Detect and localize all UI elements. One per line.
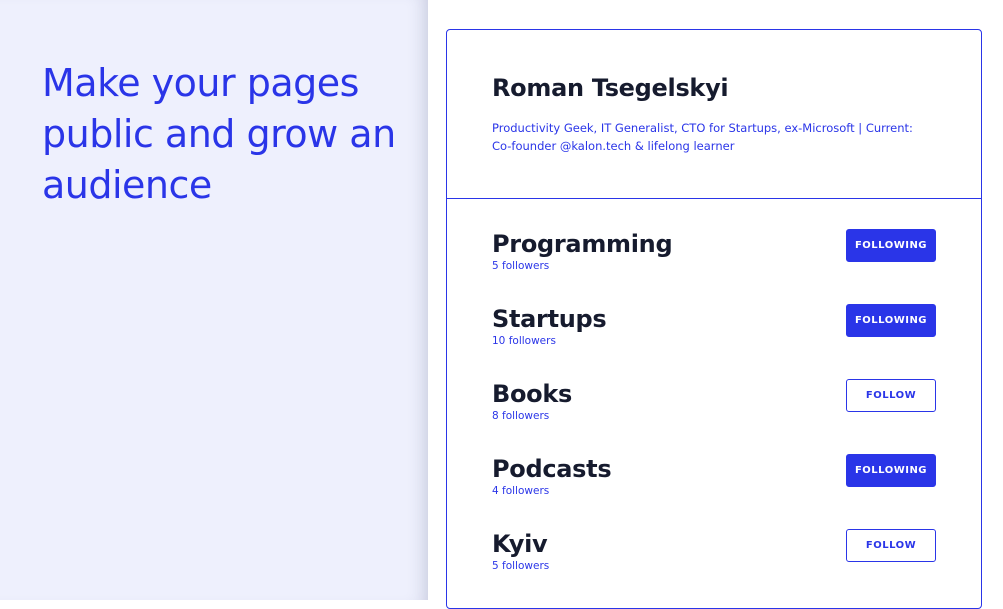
topic-item-startups: Startups 10 followers FOLLOWING [492,304,936,354]
topic-follower-count: 10 followers [492,335,556,347]
topic-title[interactable]: Programming [492,229,673,259]
topic-item-kyiv: Kyiv 5 followers FOLLOW [492,529,936,579]
topic-title[interactable]: Startups [492,304,607,334]
topic-title[interactable]: Kyiv [492,529,548,559]
follow-button[interactable]: FOLLOWING [846,454,936,487]
promo-panel: Make your pages public and grow an audie… [0,0,428,600]
profile-name: Roman Tsegelskyi [492,74,729,102]
topic-title[interactable]: Podcasts [492,454,612,484]
topic-follower-count: 5 followers [492,260,550,272]
topic-follower-count: 4 followers [492,485,550,497]
follow-button[interactable]: FOLLOW [846,379,936,412]
follow-button[interactable]: FOLLOW [846,529,936,562]
topic-item-podcasts: Podcasts 4 followers FOLLOWING [492,454,936,504]
profile-card: Roman Tsegelskyi Productivity Geek, IT G… [446,29,982,609]
follow-button[interactable]: FOLLOWING [846,304,936,337]
promo-headline: Make your pages public and grow an audie… [42,61,396,207]
profile-header: Roman Tsegelskyi Productivity Geek, IT G… [447,30,981,199]
topic-follower-count: 5 followers [492,560,550,572]
topic-item-programming: Programming 5 followers FOLLOWING [492,229,936,279]
follow-button[interactable]: FOLLOWING [846,229,936,262]
topic-title[interactable]: Books [492,379,572,409]
topic-item-books: Books 8 followers FOLLOW [492,379,936,429]
profile-bio: Productivity Geek, IT Generalist, CTO fo… [492,121,913,153]
topic-follower-count: 8 followers [492,410,550,422]
profile-panel: Roman Tsegelskyi Productivity Geek, IT G… [428,0,1003,609]
